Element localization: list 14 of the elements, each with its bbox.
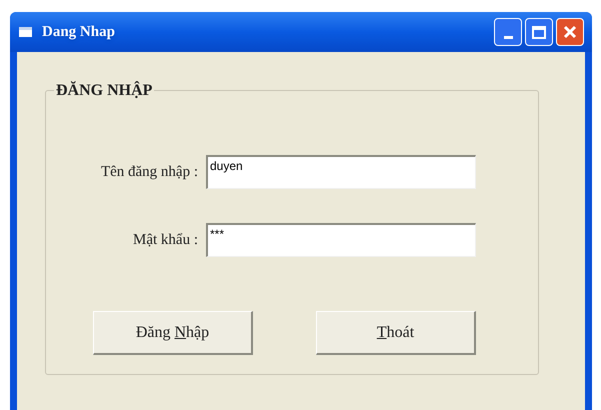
window-app-icon [18, 25, 34, 39]
close-icon [563, 25, 577, 39]
username-field[interactable]: duyen [206, 155, 476, 189]
exit-button[interactable]: Thoát [316, 311, 476, 355]
field-label: Tên đăng nhập : [100, 162, 199, 182]
maximize-icon [532, 26, 546, 38]
close-button[interactable] [556, 18, 584, 46]
maximize-button[interactable] [525, 18, 553, 46]
minimize-icon [504, 36, 512, 39]
login-button[interactable]: Đăng Nhập [93, 311, 253, 355]
window-title: Dang Nhap [42, 22, 115, 42]
password-field[interactable]: *** [206, 223, 476, 257]
minimize-button[interactable] [494, 18, 522, 46]
field-label: Mật khẩu : [132, 230, 199, 250]
